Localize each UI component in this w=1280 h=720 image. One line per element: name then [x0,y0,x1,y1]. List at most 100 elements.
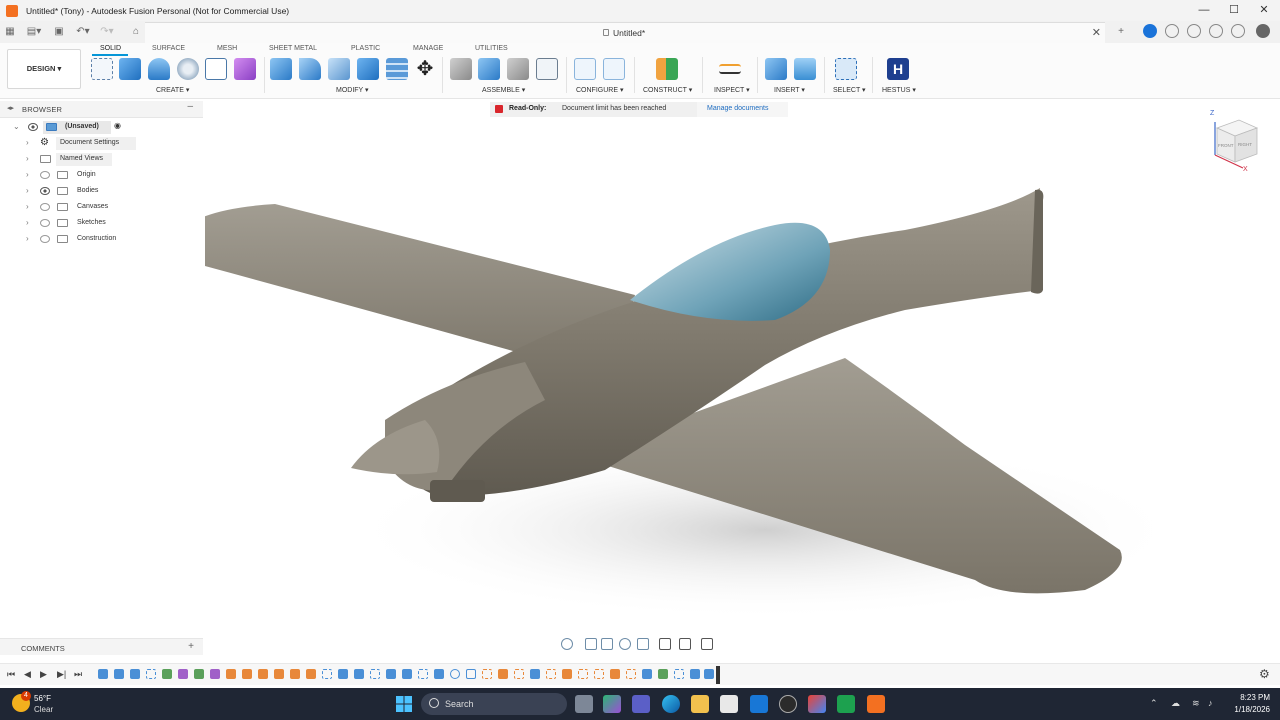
timeline-marker[interactable] [716,666,720,684]
timeline-feature-icon[interactable] [530,669,540,679]
notifications-icon[interactable] [1209,24,1223,38]
timeline-feature-icon[interactable] [194,669,204,679]
design-workspace-button[interactable]: DESIGN ▾ [7,49,81,89]
zoom-icon[interactable] [619,638,631,650]
view-cube-graphic[interactable] [1205,110,1265,175]
timeline-feature-icon[interactable] [354,669,364,679]
revolve-icon[interactable] [148,58,170,80]
timeline-feature-icon[interactable] [434,669,444,679]
hestus-icon[interactable]: H [887,58,909,80]
timeline-sketch-icon[interactable] [418,669,428,679]
assemble-menu[interactable]: ASSEMBLE ▾ [482,86,525,94]
help-icon[interactable] [1231,24,1245,38]
go-to-start-icon[interactable]: ⏮ [7,669,15,680]
timeline-feature-icon[interactable] [642,669,652,679]
teams-icon[interactable] [632,695,650,713]
new-tab-icon[interactable]: + [1115,25,1127,39]
user-avatar[interactable] [1256,24,1270,38]
hole-icon[interactable] [177,58,199,80]
airplane-model[interactable] [205,100,1280,660]
pan-icon[interactable] [601,638,613,650]
timeline-sketch-icon[interactable] [370,669,380,679]
browser-item-canvases[interactable]: › Canvases [0,201,205,215]
right-face-label[interactable]: RIGHT [1238,142,1252,147]
measure-icon[interactable] [719,64,741,74]
file-menu-icon[interactable]: ▤▾ [26,25,42,39]
offset-plane-icon[interactable] [656,58,678,80]
collapse-arrow-icon[interactable]: ◂▸ [7,104,14,112]
expand-arrow-icon[interactable]: › [26,154,29,163]
timeline-sketch-icon[interactable] [322,669,332,679]
browser-item-origin[interactable]: › Origin [0,169,205,183]
browser-item-named-views[interactable]: › Named Views [0,153,205,167]
visibility-eye-icon[interactable] [28,123,38,131]
m365-icon[interactable] [808,695,826,713]
viewports-icon[interactable] [701,638,713,650]
press-pull-icon[interactable] [270,58,292,80]
document-tab[interactable]: Untitled* ✕ [145,22,1105,43]
expand-arrow-icon[interactable]: › [26,234,29,243]
pattern-icon[interactable] [205,58,227,80]
redo-icon[interactable]: ↷▾ [99,25,115,39]
modify-menu[interactable]: MODIFY ▾ [336,86,369,94]
tab-surface[interactable]: SURFACE [152,45,185,52]
orbit-icon[interactable] [561,638,573,650]
timeline-feature-icon[interactable] [402,669,412,679]
front-face-label[interactable]: FRONT [1218,143,1234,148]
configure-table-icon[interactable] [574,58,596,80]
manage-documents-link[interactable]: Manage documents [697,102,788,117]
grid-snaps-icon[interactable] [679,638,691,650]
tab-sheet-metal[interactable]: SHEET METAL [269,45,317,52]
task-view-icon[interactable] [575,695,593,713]
timeline-sketch-icon[interactable] [578,669,588,679]
view-cube[interactable]: Z X FRONT RIGHT [1205,110,1265,175]
clock-time[interactable]: 8:23 PM [1228,693,1270,702]
undo-icon[interactable]: ↶▾ [75,25,91,39]
timeline-sketch-icon[interactable] [482,669,492,679]
3d-viewport[interactable] [205,100,1280,660]
cloud-icon[interactable]: ☁ [1171,698,1180,709]
extrude-icon[interactable] [119,58,141,80]
timeline-feature-icon[interactable] [290,669,300,679]
expand-arrow-icon[interactable]: › [26,138,29,147]
hidden-eye-icon[interactable] [40,219,50,227]
copilot-icon[interactable] [603,695,621,713]
timeline-feature-icon[interactable] [450,669,460,679]
timeline-feature-icon[interactable] [178,669,188,679]
timeline-feature-icon[interactable] [258,669,268,679]
minimize-button[interactable]: — [1188,0,1220,21]
split-body-icon[interactable] [386,58,408,80]
move-copy-icon[interactable]: ✥ [414,58,436,80]
tab-plastic[interactable]: PLASTIC [351,45,380,52]
timeline-feature-icon[interactable] [704,669,714,679]
expand-arrow-icon[interactable]: › [26,218,29,227]
timeline-sketch-icon[interactable] [146,669,156,679]
select-menu[interactable]: SELECT ▾ [833,86,866,94]
create-form-icon[interactable] [234,58,256,80]
tab-mesh[interactable]: MESH [217,45,237,52]
maximize-button[interactable]: ☐ [1218,0,1250,21]
minimize-panel-icon[interactable]: – [187,101,193,112]
timeline-feature-icon[interactable] [658,669,668,679]
timeline-feature-icon[interactable] [562,669,572,679]
close-tab-icon[interactable]: ✕ [1092,26,1101,39]
timeline-feature-icon[interactable] [274,669,284,679]
construct-menu[interactable]: CONSTRUCT ▾ [643,86,692,94]
visibility-eye-icon[interactable] [40,187,50,195]
configure-menu[interactable]: CONFIGURE ▾ [576,86,623,94]
store-icon[interactable] [720,695,738,713]
timeline-feature-icon[interactable] [498,669,508,679]
timeline-feature-icon[interactable] [98,669,108,679]
tab-utilities[interactable]: UTILITIES [475,45,508,52]
timeline-sketch-icon[interactable] [626,669,636,679]
timeline-feature-icon[interactable] [114,669,124,679]
go-to-end-icon[interactable]: ⏭ [74,669,82,680]
expand-arrow-icon[interactable]: ⌄ [13,122,20,131]
edge-icon[interactable] [662,695,680,713]
sheets-icon[interactable] [837,695,855,713]
look-at-icon[interactable] [585,638,597,650]
job-status-icon[interactable] [1165,24,1179,38]
timeline-feature-icon[interactable] [210,669,220,679]
tab-manage[interactable]: MANAGE [413,45,443,52]
dell-icon[interactable] [779,695,797,713]
